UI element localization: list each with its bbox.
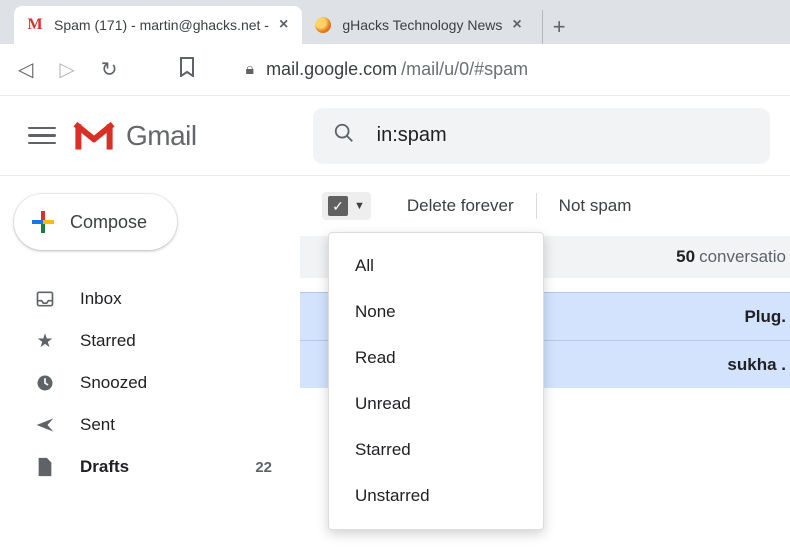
tab-title: Spam (171) - martin@ghacks.net - <box>54 17 269 33</box>
sidebar-item-label: Drafts <box>80 457 231 477</box>
select-dropdown-menu: All None Read Unread Starred Unstarred <box>328 232 544 530</box>
delete-forever-button[interactable]: Delete forever <box>385 191 536 221</box>
select-all-dropdown[interactable]: ✓ ▼ <box>322 192 371 220</box>
search-bar[interactable]: in:spam <box>313 108 770 164</box>
sidebar-item-label: Starred <box>80 331 272 351</box>
nav-button-group: ◁ ▷ ↻ <box>18 57 118 82</box>
tab-close-icon[interactable]: × <box>512 16 521 34</box>
sidebar-item-label: Inbox <box>80 289 272 309</box>
ghacks-favicon <box>314 16 332 34</box>
tab-title: gHacks Technology News <box>342 17 502 33</box>
back-icon[interactable]: ◁ <box>18 57 33 82</box>
browser-tab-active[interactable]: M Spam (171) - martin@ghacks.net - × <box>14 6 302 44</box>
sidebar-item-inbox[interactable]: Inbox <box>18 278 300 320</box>
search-icon[interactable] <box>333 122 355 150</box>
not-spam-button[interactable]: Not spam <box>537 191 654 221</box>
star-icon: ★ <box>34 330 56 353</box>
select-option-unread[interactable]: Unread <box>329 381 543 427</box>
browser-toolbar: ◁ ▷ ↻ 🔒︎ mail.google.com/mail/u/0/#spam <box>0 44 790 96</box>
compose-label: Compose <box>70 212 147 233</box>
url-host: mail.google.com <box>266 59 397 80</box>
browser-tabstrip: M Spam (171) - martin@ghacks.net - × gHa… <box>0 0 790 44</box>
bookmark-icon[interactable] <box>178 57 196 83</box>
sidebar-item-count: 22 <box>255 459 272 476</box>
select-option-all[interactable]: All <box>329 243 543 289</box>
caret-down-icon[interactable]: ▼ <box>354 200 365 212</box>
send-icon <box>34 415 56 435</box>
sidebar: Compose Inbox ★ Starred Snoozed Sent Dra… <box>0 176 300 552</box>
forward-icon[interactable]: ▷ <box>59 57 74 82</box>
compose-button[interactable]: Compose <box>14 194 177 250</box>
sidebar-item-sent[interactable]: Sent <box>18 404 300 446</box>
clock-icon <box>34 373 56 393</box>
search-input[interactable]: in:spam <box>377 124 447 147</box>
conversation-count: 50 <box>676 247 695 267</box>
message-snippet: sukha . <box>727 355 786 375</box>
sidebar-item-snoozed[interactable]: Snoozed <box>18 362 300 404</box>
gmail-header: Gmail in:spam <box>0 96 790 176</box>
sidebar-item-label: Snoozed <box>80 373 272 393</box>
address-bar[interactable]: 🔒︎ mail.google.com/mail/u/0/#spam <box>246 59 772 80</box>
select-option-starred[interactable]: Starred <box>329 427 543 473</box>
checkbox-checked-icon[interactable]: ✓ <box>328 196 348 216</box>
new-tab-button[interactable]: + <box>542 10 576 44</box>
sidebar-item-drafts[interactable]: Drafts 22 <box>18 446 300 488</box>
select-option-unstarred[interactable]: Unstarred <box>329 473 543 519</box>
file-icon <box>34 457 56 477</box>
main-pane: ✓ ▼ Delete forever Not spam 50 conversat… <box>300 176 790 552</box>
workspace: Compose Inbox ★ Starred Snoozed Sent Dra… <box>0 176 790 552</box>
conversation-suffix: conversatio <box>699 247 786 267</box>
sidebar-item-label: Sent <box>80 415 272 435</box>
browser-tab[interactable]: gHacks Technology News × <box>302 6 535 44</box>
inbox-icon <box>34 289 56 309</box>
sidebar-nav: Inbox ★ Starred Snoozed Sent Drafts 22 <box>18 278 300 488</box>
select-option-none[interactable]: None <box>329 289 543 335</box>
tab-close-icon[interactable]: × <box>279 16 288 34</box>
message-snippet: Plug. <box>744 307 786 327</box>
plus-icon <box>32 211 54 233</box>
gmail-logo[interactable]: Gmail <box>72 119 197 153</box>
gmail-favicon: M <box>26 16 44 34</box>
menu-icon[interactable] <box>28 127 56 145</box>
lock-icon: 🔒︎ <box>246 61 255 79</box>
reload-icon[interactable]: ↻ <box>101 57 118 82</box>
select-option-read[interactable]: Read <box>329 335 543 381</box>
gmail-logo-icon <box>72 119 116 153</box>
gmail-wordmark: Gmail <box>126 120 197 152</box>
url-path: /mail/u/0/#spam <box>401 59 528 80</box>
sidebar-item-starred[interactable]: ★ Starred <box>18 320 300 362</box>
action-bar: ✓ ▼ Delete forever Not spam <box>300 176 790 236</box>
